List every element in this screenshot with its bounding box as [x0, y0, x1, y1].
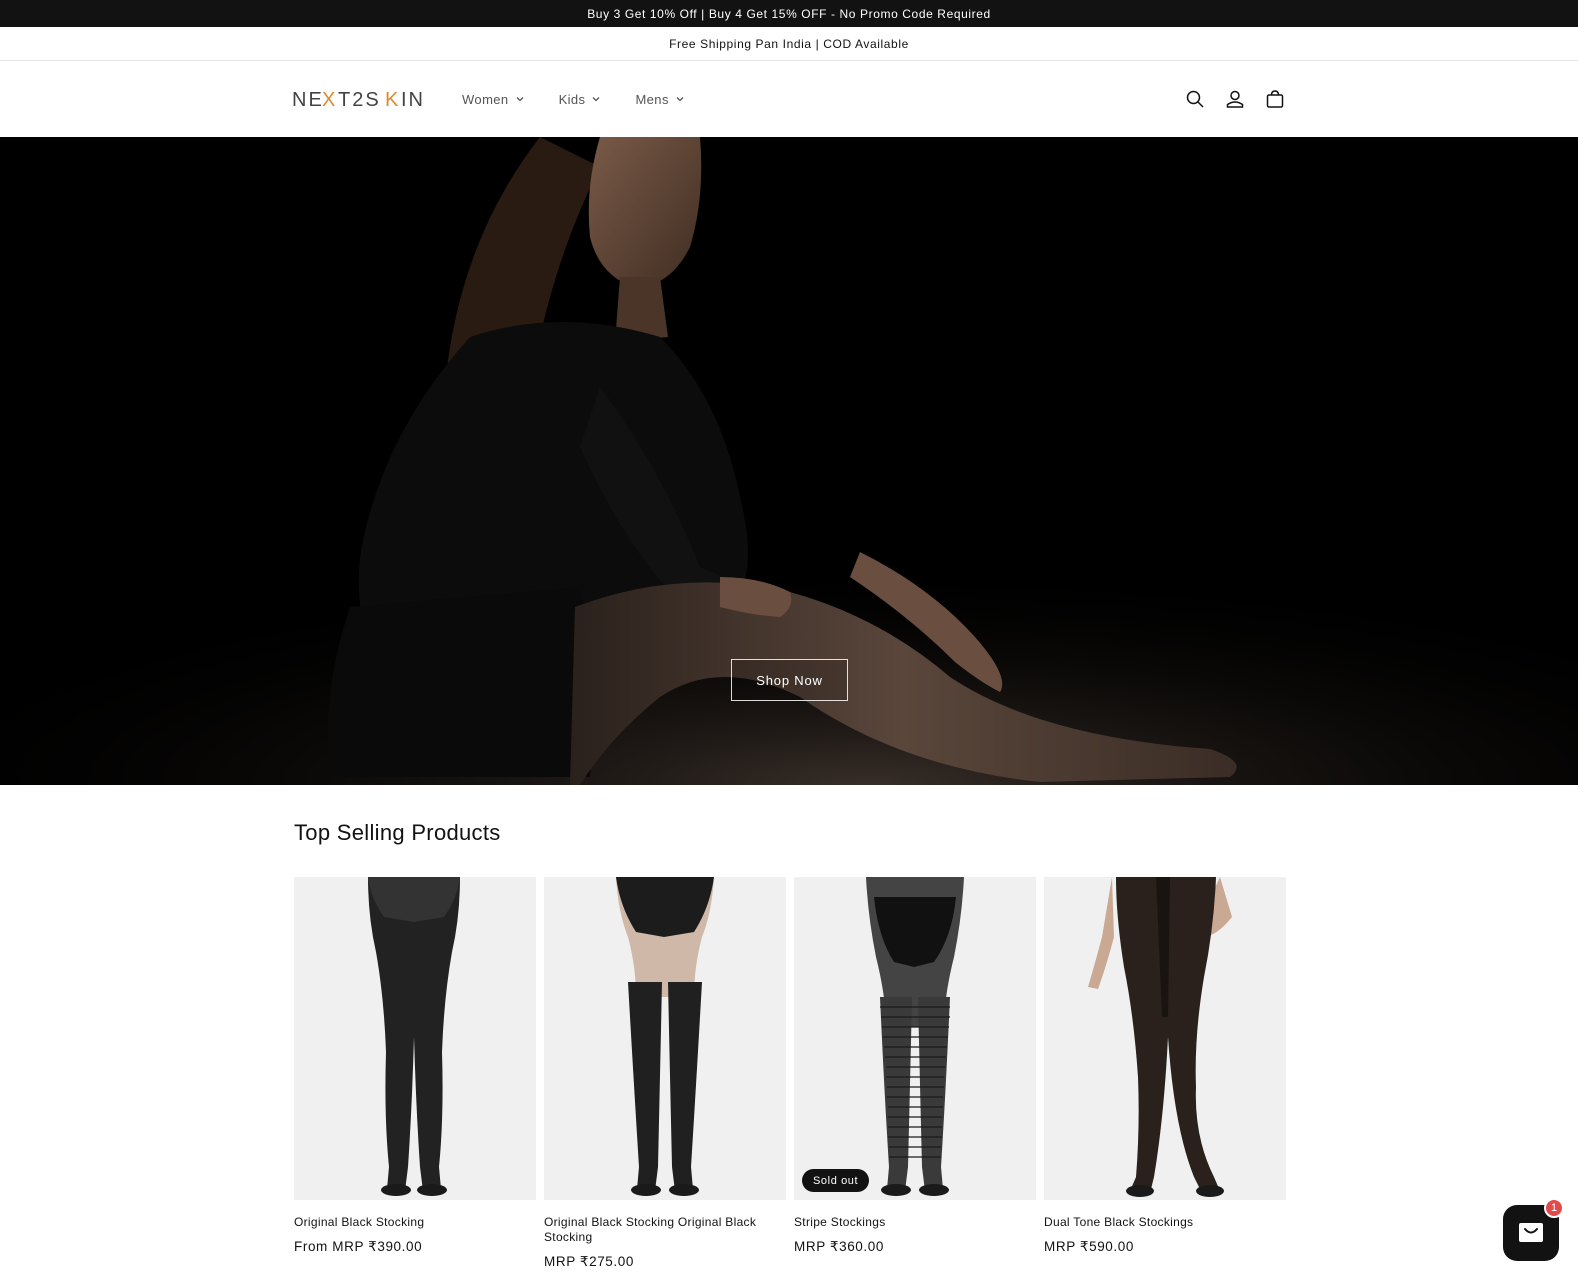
product-price: MRP ₹275.00	[544, 1254, 634, 1269]
section-title: Top Selling Products	[294, 820, 501, 845]
product-card[interactable]: Original Black Stocking From MRP ₹390.00	[294, 877, 536, 1270]
stripe-stocking-image	[794, 877, 1036, 1200]
nav-women[interactable]: Women	[462, 92, 535, 107]
search-button[interactable]	[1184, 88, 1206, 110]
tights-image	[294, 877, 536, 1200]
main-nav: Women Kids Mens	[462, 92, 695, 107]
product-image[interactable]	[544, 877, 786, 1200]
product-image[interactable]: Sold out	[794, 877, 1036, 1200]
nav-mens[interactable]: Mens	[635, 92, 694, 107]
announcement-bar: Buy 3 Get 10% Off | Buy 4 Get 15% OFF - …	[0, 0, 1578, 27]
chevron-down-icon	[676, 97, 684, 102]
nav-label: Kids	[558, 91, 586, 107]
logo[interactable]: NE X T2S K IN	[292, 87, 428, 111]
chat-icon	[1519, 1223, 1543, 1242]
product-image[interactable]	[294, 877, 536, 1200]
nav-label: Mens	[635, 91, 669, 107]
account-icon	[1226, 90, 1244, 108]
chat-unread-badge: 1	[1544, 1198, 1564, 1218]
product-card[interactable]: Original Black Stocking Original Black S…	[544, 877, 786, 1270]
svg-text:X: X	[322, 89, 337, 110]
product-grid: Original Black Stocking From MRP ₹390.00…	[294, 877, 1286, 1270]
logo-mark: NE X T2S K IN	[292, 89, 425, 110]
nav-label: Women	[462, 91, 509, 107]
product-title[interactable]: Stripe Stockings	[794, 1215, 1036, 1230]
chevron-down-icon	[516, 97, 524, 102]
chevron-down-icon	[592, 97, 600, 102]
product-title[interactable]: Dual Tone Black Stockings	[1044, 1215, 1286, 1230]
product-price: From MRP ₹390.00	[294, 1239, 423, 1254]
nav-kids[interactable]: Kids	[559, 92, 612, 107]
sold-out-badge: Sold out	[802, 1169, 870, 1192]
header-actions	[1184, 61, 1286, 137]
product-title[interactable]: Original Black Stocking	[294, 1215, 536, 1230]
thigh-high-image	[544, 877, 786, 1200]
cart-button[interactable]	[1264, 88, 1286, 110]
hero-banner: Shop Now	[0, 137, 1578, 785]
product-image[interactable]	[1044, 877, 1286, 1200]
product-card[interactable]: Dual Tone Black Stockings MRP ₹590.00	[1044, 877, 1286, 1270]
product-card[interactable]: Sold out Stripe Stockings MRP ₹360.00	[794, 877, 1036, 1270]
cart-icon	[1266, 90, 1284, 108]
shipping-text: Free Shipping Pan India | COD Available	[669, 36, 909, 51]
svg-text:K: K	[385, 89, 400, 110]
product-price: MRP ₹360.00	[794, 1239, 884, 1254]
dual-tone-image	[1044, 877, 1286, 1200]
search-icon	[1186, 90, 1204, 108]
site-header: NE X T2S K IN Women Kids Mens	[0, 61, 1578, 137]
shop-now-button[interactable]: Shop Now	[731, 659, 848, 701]
svg-text:T2S: T2S	[338, 89, 381, 110]
account-button[interactable]	[1224, 88, 1246, 110]
product-title[interactable]: Original Black Stocking Original Black S…	[544, 1215, 786, 1245]
svg-text:NE: NE	[292, 89, 324, 110]
announcement-text: Buy 3 Get 10% Off | Buy 4 Get 15% OFF - …	[587, 6, 991, 21]
product-price: MRP ₹590.00	[1044, 1239, 1134, 1254]
shipping-bar: Free Shipping Pan India | COD Available	[0, 27, 1578, 61]
svg-text:IN: IN	[401, 89, 425, 110]
